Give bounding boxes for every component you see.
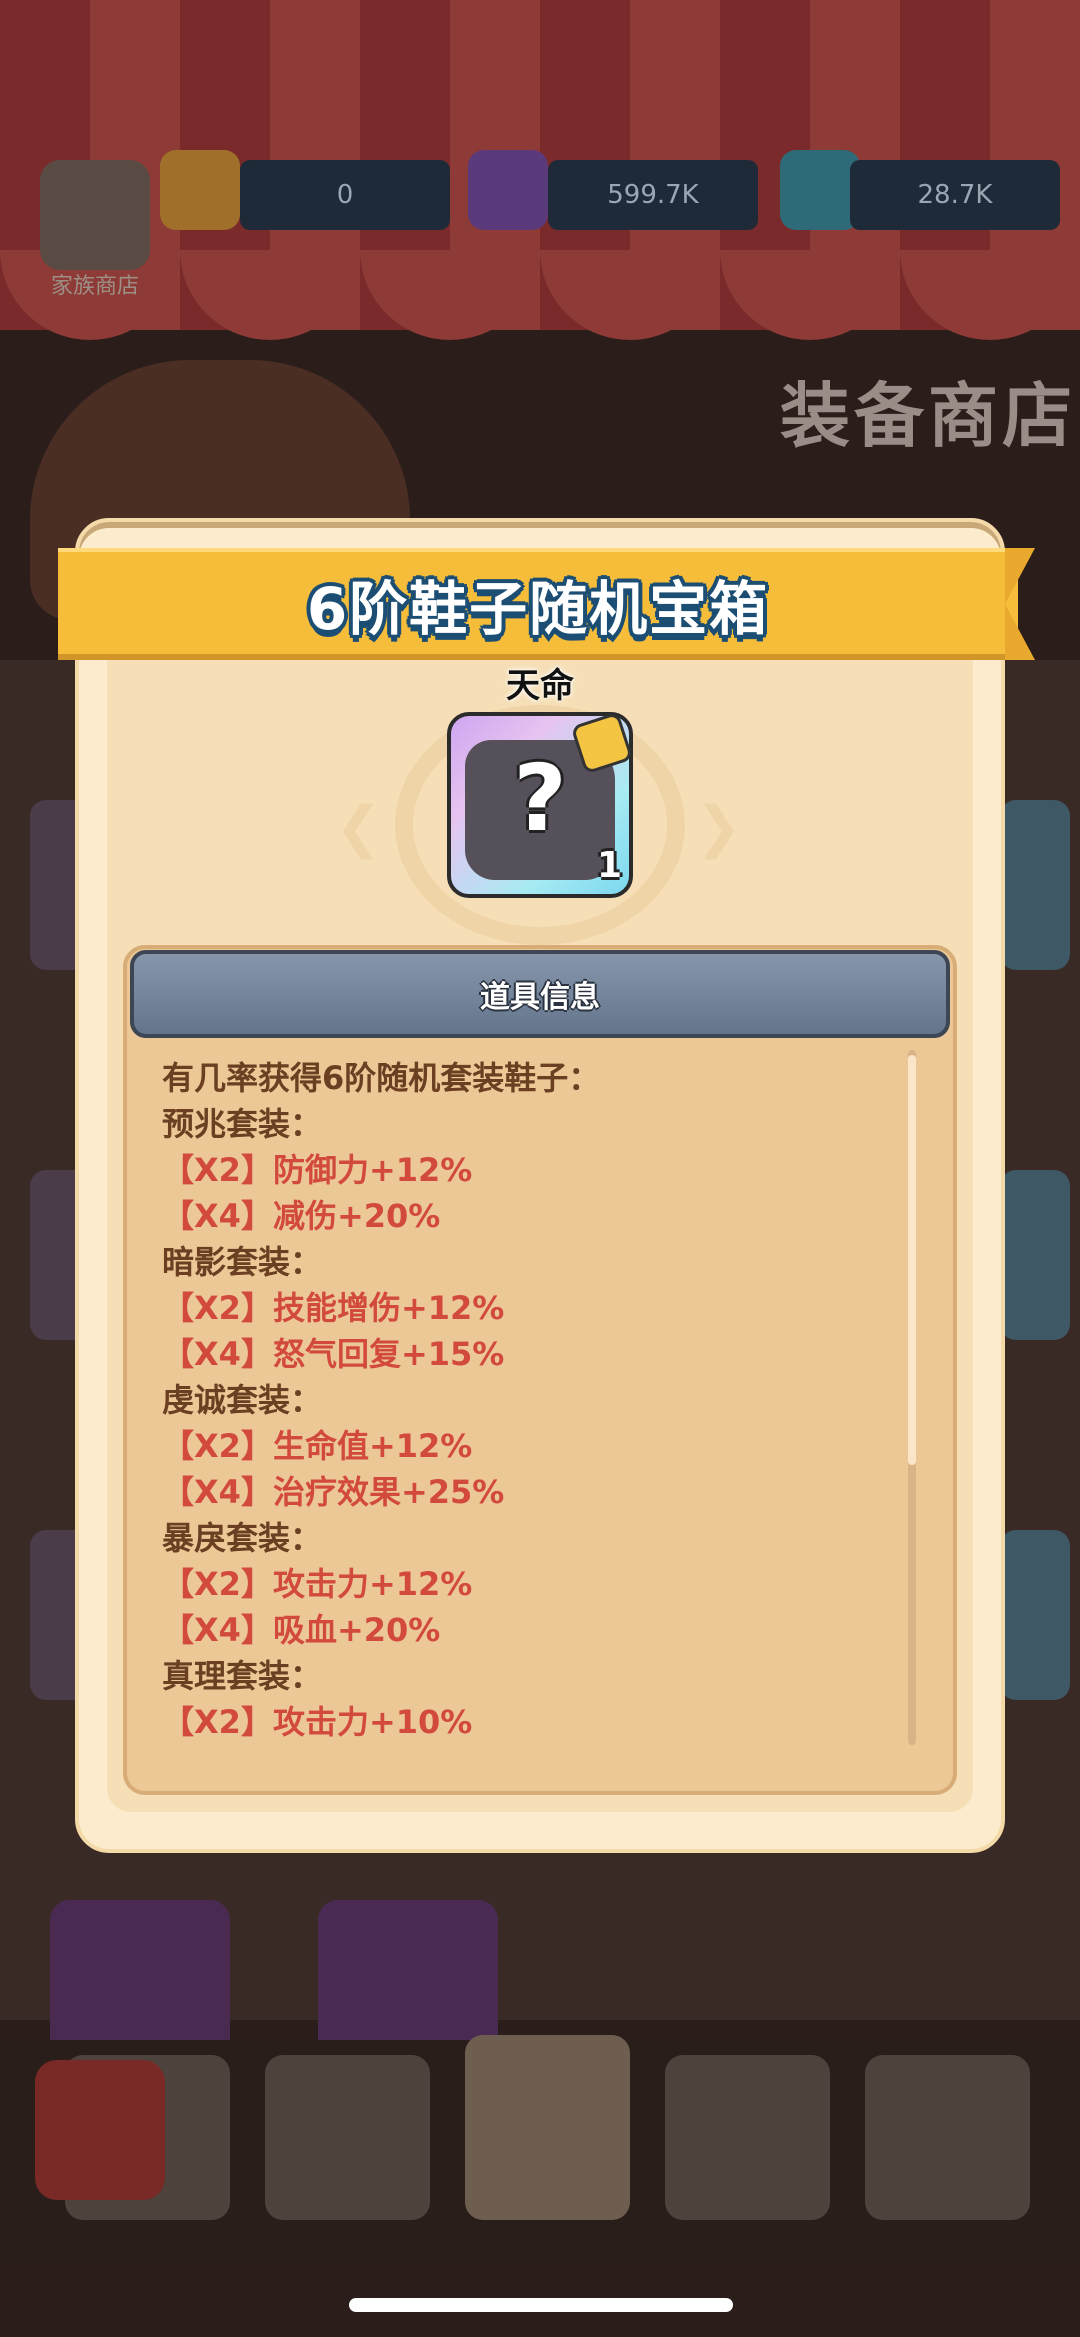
set-bonus-line: 【X4】怒气回复+15% — [162, 1335, 505, 1373]
set-bonus-line: 【X4】吸血+20% — [162, 1611, 441, 1649]
nav-tab-selected — [465, 2035, 630, 2220]
item-description-list[interactable]: 有几率获得6阶随机套装鞋子： 预兆套装： 【X2】防御力+12% 【X4】减伤+20%… — [162, 1055, 902, 1745]
resource-gold: 0 — [240, 160, 450, 230]
set-bonus-line: 【X2】防御力+12% — [162, 1151, 473, 1189]
nav-tab — [265, 2055, 430, 2220]
shop-slot — [1000, 1530, 1070, 1700]
family-shop-label: 家族商店 — [50, 274, 139, 299]
scrollbar-thumb[interactable] — [908, 1055, 916, 1465]
set-bonus-line: 【X2】攻击力+12% — [162, 1565, 473, 1603]
left-chevron-decoration: ❮ — [335, 795, 382, 860]
set-heading: 有几率获得6阶随机套装鞋子： — [162, 1059, 601, 1097]
nav-tab — [665, 2055, 830, 2220]
dialog-title: 6阶鞋子随机宝箱 — [306, 575, 770, 643]
set-heading: 虔诚套装： — [162, 1381, 323, 1419]
set-bonus-line: 【X4】减伤+20% — [162, 1197, 441, 1235]
crystal-icon — [468, 150, 548, 230]
resource-crystal: 599.7K — [548, 160, 758, 230]
shop-slot — [1000, 800, 1070, 970]
item-quality-label: 天命 — [506, 666, 574, 706]
set-bonus-line: 【X4】治疗效果+25% — [162, 1473, 505, 1511]
set-heading: 暴戾套装： — [162, 1519, 323, 1557]
item-count: 1 — [597, 845, 623, 886]
shop-title: 装备商店 — [780, 375, 1076, 457]
gold-icon — [160, 150, 240, 230]
set-bonus-line: 【X2】生命值+12% — [162, 1427, 473, 1465]
set-heading: 真理套装： — [162, 1657, 323, 1695]
info-header: 道具信息 — [130, 950, 950, 1038]
gem-icon — [780, 150, 860, 230]
set-bonus-line: 【X2】攻击力+10% — [162, 1703, 473, 1741]
shop-slot — [1000, 1170, 1070, 1340]
family-shop-button — [40, 160, 150, 270]
right-chevron-decoration: ❯ — [695, 795, 742, 860]
set-heading: 暗影套装： — [162, 1243, 323, 1281]
back-arrow-button — [35, 2060, 165, 2200]
home-indicator[interactable] — [349, 2298, 733, 2312]
resource-gem: 28.7K — [850, 160, 1060, 230]
set-heading: 预兆套装： — [162, 1105, 323, 1143]
set-bonus-line: 【X2】技能增伤+12% — [162, 1289, 505, 1327]
nav-tab — [865, 2055, 1030, 2220]
